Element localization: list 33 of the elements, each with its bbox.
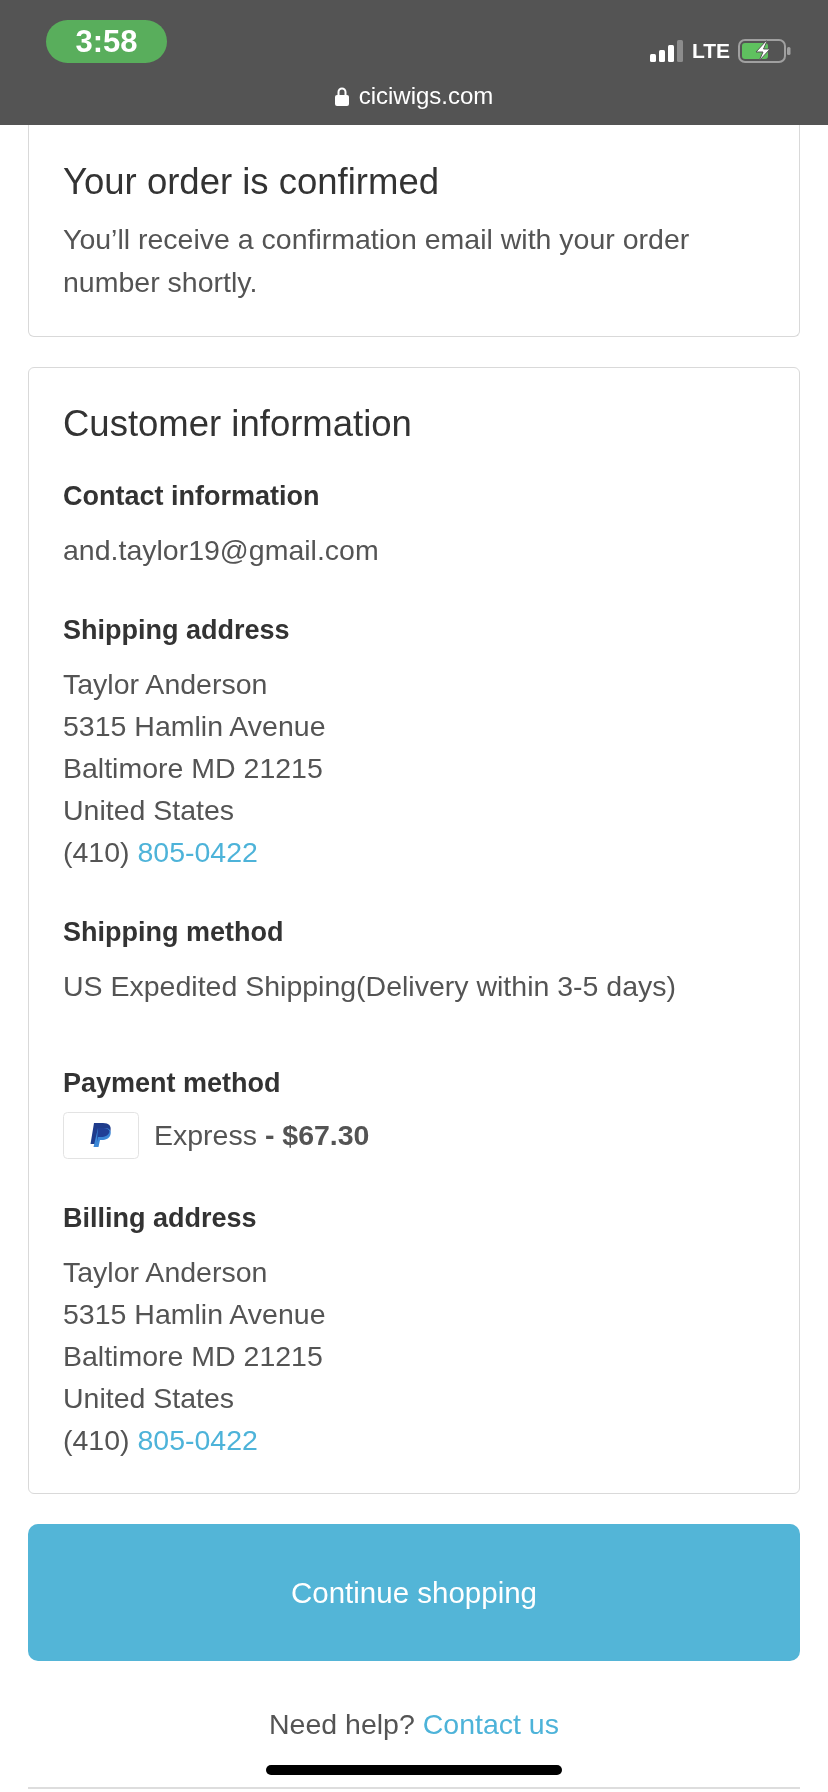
info-text: US Expedited Shipping(Delivery within 3-5 days) [63, 969, 678, 1004]
info-text: 5315 Hamlin Avenue [63, 709, 327, 744]
confirmation-message: You’ll receive a confirmation email with your order number shortly. [63, 222, 691, 300]
info-text: Taylor Anderson [63, 1255, 269, 1290]
payment-text: Express - $67.30 [154, 1118, 370, 1153]
page-url[interactable]: ciciwigs.com [358, 81, 494, 111]
info-text: Baltimore MD 21215 [63, 751, 324, 786]
battery-charging-icon [738, 39, 791, 63]
info-text: Taylor Anderson [63, 667, 269, 702]
continue-shopping-button[interactable]: Continue shopping [28, 1524, 800, 1661]
phone-link[interactable]: 805-0422 [137, 1424, 258, 1456]
phone-link[interactable]: 805-0422 [137, 836, 258, 868]
section-heading: Payment method [63, 1067, 282, 1099]
card-title: Customer information [63, 403, 413, 445]
info-text: 5315 Hamlin Avenue [63, 1297, 327, 1332]
contact-us-link[interactable]: Contact us [422, 1708, 559, 1740]
section-heading: Contact information [63, 480, 321, 512]
help-text: Need help? Contact us [268, 1707, 560, 1741]
phone-number: (410) 805-0422 [63, 1423, 259, 1458]
info-text: and.taylor19@gmail.com [63, 533, 380, 568]
info-text: United States [63, 793, 236, 828]
section-heading: Billing address [63, 1202, 258, 1234]
section-heading: Shipping address [63, 614, 291, 646]
paypal-icon [63, 1112, 139, 1159]
lock-icon [334, 86, 349, 106]
network-type: LTE [691, 39, 730, 63]
card-title: Your order is confirmed [63, 161, 440, 203]
info-text: United States [63, 1381, 236, 1416]
phone-number: (410) 805-0422 [63, 835, 259, 870]
info-text: Baltimore MD 21215 [63, 1339, 324, 1374]
section-heading: Shipping method [63, 916, 285, 948]
status-time: 3:58 [46, 20, 167, 63]
signal-icon [649, 40, 684, 62]
